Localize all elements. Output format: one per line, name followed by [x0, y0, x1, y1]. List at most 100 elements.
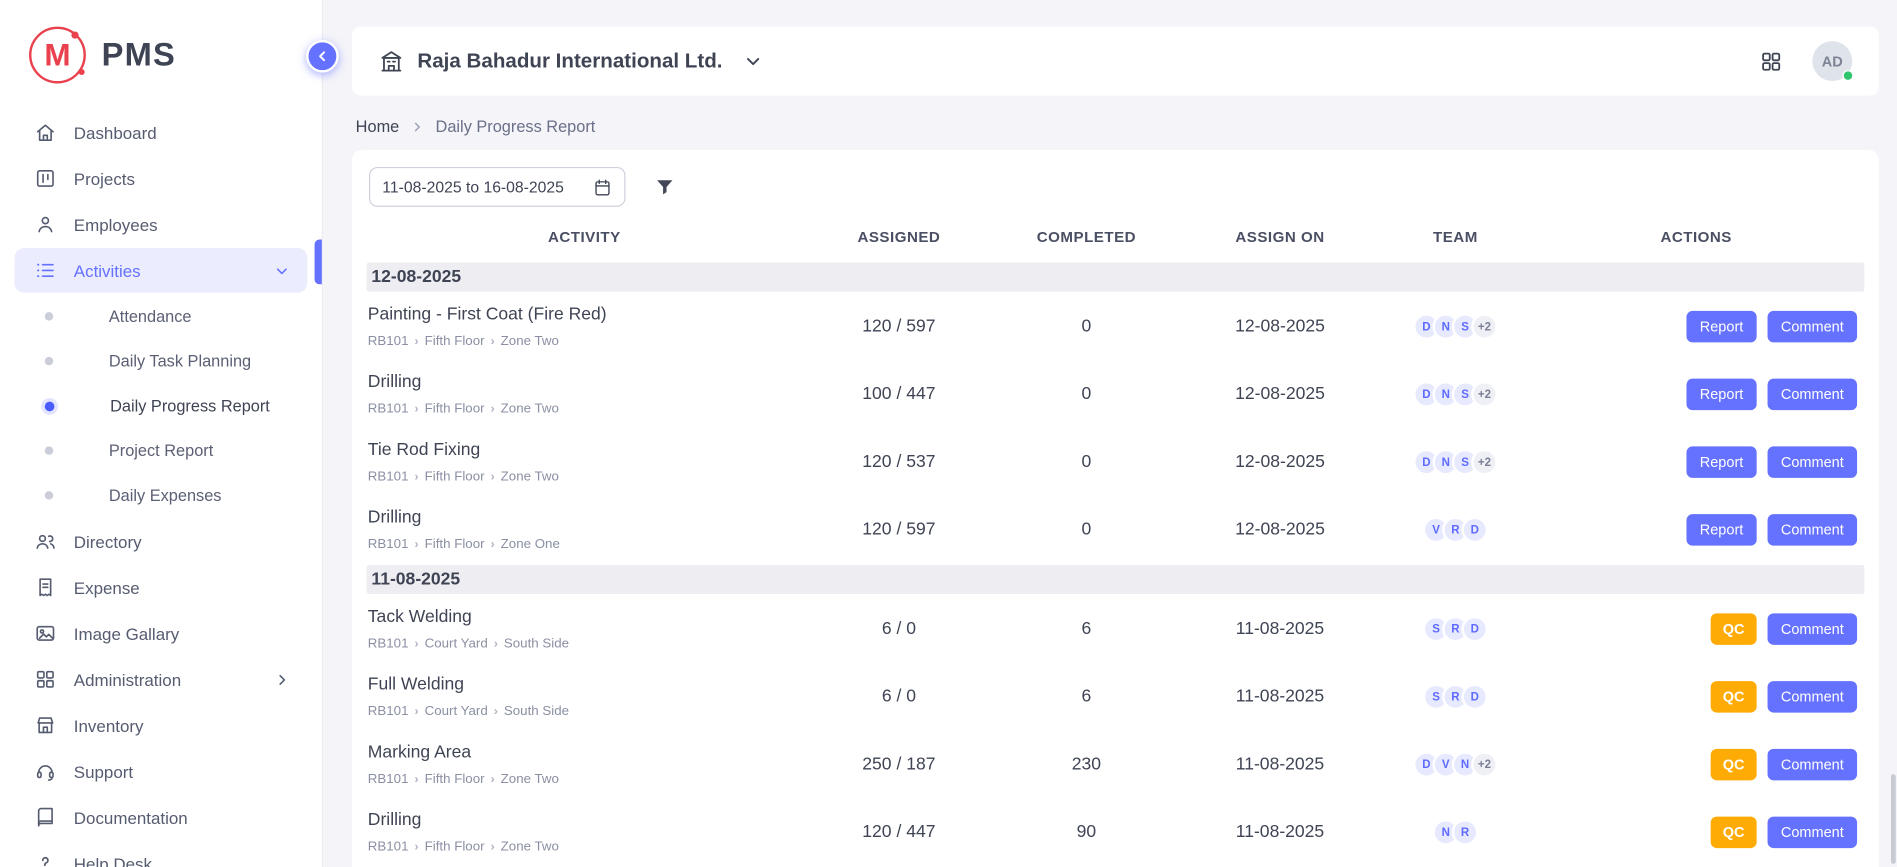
report-button[interactable]: Report [1686, 446, 1756, 477]
path-segment: RB101 [368, 334, 409, 349]
calendar-icon [593, 177, 612, 196]
active-item-indicator [315, 240, 322, 285]
path-separator: › [491, 538, 495, 551]
comment-button[interactable]: Comment [1768, 817, 1858, 848]
sidebar-item-administration[interactable]: Administration [15, 657, 308, 702]
directory-icon [34, 530, 57, 553]
path-segment: Court Yard [425, 636, 488, 651]
sidebar-item-image-gallary[interactable]: Image Gallary [15, 611, 308, 656]
sidebar-subitem-attendance[interactable]: Attendance [0, 294, 322, 339]
date-range-input[interactable]: 11-08-2025 to 16-08-2025 [369, 167, 625, 207]
sidebar-subitem-daily-expenses[interactable]: Daily Expenses [0, 473, 322, 518]
bullet-icon [45, 446, 53, 454]
team-avatars: DNS+2 [1383, 449, 1528, 476]
sidebar-item-inventory[interactable]: Inventory [15, 703, 308, 748]
row-actions: QC Comment [1528, 817, 1864, 848]
qc-button[interactable]: QC [1711, 613, 1757, 644]
assign-on-value: 12-08-2025 [1177, 452, 1383, 471]
activities-icon [34, 259, 57, 282]
comment-button[interactable]: Comment [1768, 613, 1858, 644]
breadcrumb-home[interactable]: Home [356, 117, 400, 135]
path-segment: Zone Two [501, 402, 559, 417]
path-separator: › [415, 402, 419, 415]
qc-button[interactable]: QC [1711, 681, 1757, 712]
team-avatars: SRD [1383, 684, 1528, 711]
team-avatars: DNS+2 [1383, 381, 1528, 408]
path-segment: Court Yard [425, 704, 488, 719]
topbar-right: AD [1759, 41, 1852, 81]
date-range-value: 11-08-2025 to 16-08-2025 [382, 178, 564, 196]
team-overflow-badge: +2 [1471, 449, 1498, 476]
completed-value: 0 [996, 317, 1177, 336]
scrollbar-thumb[interactable] [1891, 774, 1896, 864]
chevron-right-icon [410, 119, 425, 134]
inventory-icon [34, 714, 57, 737]
sidebar-subitem-daily-task-planning[interactable]: Daily Task Planning [0, 339, 322, 384]
path-separator: › [415, 705, 419, 718]
comment-button[interactable]: Comment [1768, 311, 1858, 342]
sidebar-collapse-button[interactable] [306, 40, 339, 73]
path-segment: Fifth Floor [425, 334, 485, 349]
qc-button[interactable]: QC [1711, 749, 1757, 780]
sidebar-item-label: Documentation [74, 808, 188, 827]
assigned-value: 250 / 187 [802, 755, 996, 774]
comment-button[interactable]: Comment [1768, 379, 1858, 410]
assigned-value: 6 / 0 [802, 687, 996, 706]
report-button[interactable]: Report [1686, 379, 1756, 410]
activity-path: RB101›Fifth Floor›Zone Two [368, 402, 793, 417]
qc-button[interactable]: QC [1711, 817, 1757, 848]
sidebar-item-directory[interactable]: Directory [15, 519, 308, 564]
user-avatar[interactable]: AD [1812, 41, 1852, 81]
help-desk-icon [34, 852, 57, 867]
completed-value: 90 [996, 823, 1177, 842]
path-separator: › [415, 538, 419, 551]
sidebar-item-dashboard[interactable]: Dashboard [15, 110, 308, 155]
sidebar-item-help-desk[interactable]: Help Desk [15, 841, 308, 867]
path-segment: Zone Two [501, 469, 559, 484]
assign-on-value: 12-08-2025 [1177, 520, 1383, 539]
sidebar-item-expense[interactable]: Expense [15, 565, 308, 610]
app-name: PMS [102, 36, 176, 74]
comment-button[interactable]: Comment [1768, 446, 1858, 477]
sidebar-item-label: Directory [74, 532, 142, 551]
sidebar-item-label: Employees [74, 215, 158, 234]
comment-button[interactable]: Comment [1768, 514, 1858, 545]
projects-icon [34, 167, 57, 190]
sidebar-item-documentation[interactable]: Documentation [15, 795, 308, 840]
filter-icon[interactable] [653, 175, 676, 198]
bullet-icon [45, 491, 53, 499]
row-actions: QC Comment [1528, 749, 1864, 780]
sidebar-subitem-daily-progress-report[interactable]: Daily Progress Report [0, 384, 322, 429]
row-actions: QC Comment [1528, 681, 1864, 712]
activity-path: RB101›Fifth Floor›Zone One [368, 537, 793, 552]
team-avatars: SRD [1383, 616, 1528, 643]
completed-value: 0 [996, 385, 1177, 404]
company-name: Raja Bahadur International Ltd. [417, 49, 722, 73]
sidebar-item-employees[interactable]: Employees [15, 202, 308, 247]
report-button[interactable]: Report [1686, 311, 1756, 342]
employees-icon [34, 213, 57, 236]
sidebar-item-projects[interactable]: Projects [15, 156, 308, 201]
sidebar-item-activities[interactable]: Activities [15, 248, 308, 293]
expense-icon [34, 576, 57, 599]
column-header-actions: ACTIONS [1528, 229, 1864, 246]
logo-icon: M [29, 27, 86, 84]
company-selector[interactable]: Raja Bahadur International Ltd. [379, 48, 764, 73]
documentation-icon [34, 806, 57, 829]
bullet-icon [45, 401, 55, 411]
main-area: Raja Bahadur International Ltd. AD Home [323, 0, 1897, 867]
path-segment: South Side [504, 636, 569, 651]
sidebar-subitem-project-report[interactable]: Project Report [0, 428, 322, 473]
comment-button[interactable]: Comment [1768, 749, 1858, 780]
apps-grid-icon[interactable] [1759, 49, 1783, 73]
comment-button[interactable]: Comment [1768, 681, 1858, 712]
team-avatars: VRD [1383, 517, 1528, 544]
path-separator: › [415, 840, 419, 853]
path-segment: RB101 [368, 537, 409, 552]
team-avatar: D [1461, 616, 1488, 643]
sidebar-item-support[interactable]: Support [15, 749, 308, 794]
report-button[interactable]: Report [1686, 514, 1756, 545]
team-avatar: D [1461, 517, 1488, 544]
path-separator: › [494, 637, 498, 650]
team-avatars: DVN+2 [1383, 751, 1528, 778]
